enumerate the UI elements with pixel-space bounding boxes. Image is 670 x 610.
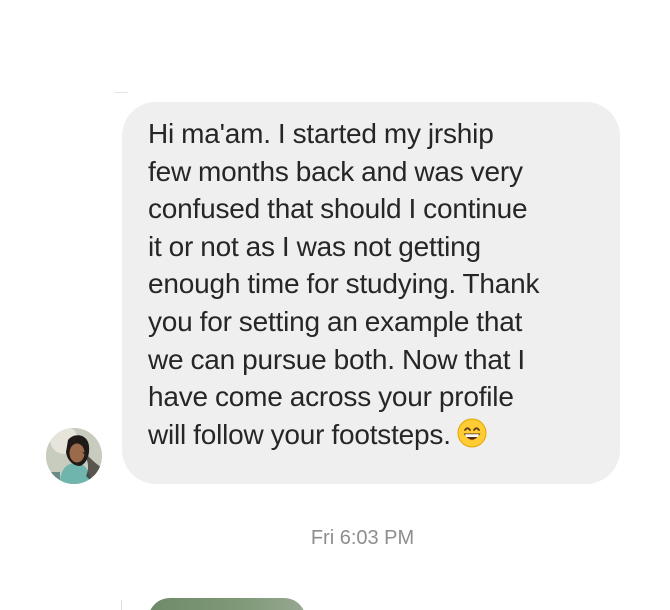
message-bubble[interactable]: Hi ma'am. I started my jrship few months… bbox=[122, 102, 620, 484]
profile-photo-icon bbox=[46, 428, 102, 484]
message-text: Hi ma'am. I started my jrship few months… bbox=[148, 115, 600, 453]
received-message-row: Hi ma'am. I started my jrship few months… bbox=[0, 0, 670, 500]
message-line: have come across your profile bbox=[148, 381, 514, 413]
divider-line bbox=[121, 600, 122, 610]
message-line: will follow your footsteps. bbox=[148, 418, 451, 450]
message-line: enough time for studying. Thank bbox=[148, 268, 540, 300]
message-line: Hi ma'am. I started my jrship bbox=[148, 118, 494, 149]
message-line: we can pursue both. Now that I bbox=[148, 343, 525, 375]
message-timestamp: Fri 6:03 PM bbox=[310, 527, 415, 549]
message-line: confused that should I continue bbox=[148, 193, 528, 225]
message-line: it or not as I was not getting bbox=[148, 230, 481, 262]
grinning-face-with-smiling-eyes-icon bbox=[457, 418, 487, 448]
message-line: you for setting an example that bbox=[148, 305, 523, 337]
next-message-image-attachment[interactable] bbox=[148, 598, 306, 610]
message-line: few months back and was very bbox=[148, 155, 523, 187]
sender-avatar[interactable] bbox=[46, 428, 102, 484]
